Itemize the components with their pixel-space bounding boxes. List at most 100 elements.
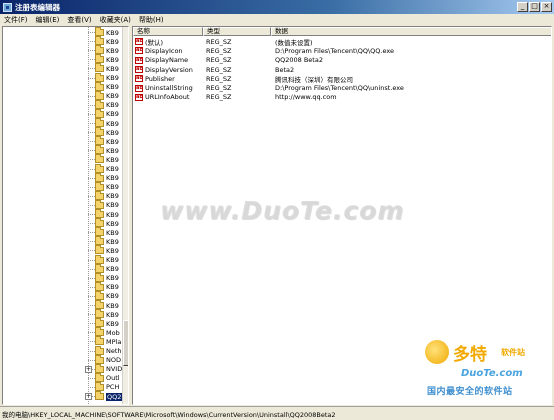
folder-icon — [95, 209, 104, 218]
tree-item[interactable]: KB9 — [88, 118, 119, 128]
list-row[interactable]: ab DisplayName REG_SZ QQ2008 Beta2 — [133, 56, 551, 65]
maximize-button[interactable]: □ — [529, 2, 540, 12]
tree-item[interactable]: KB9 — [88, 245, 119, 255]
tree-connector — [88, 41, 95, 43]
tree-item[interactable]: KB9 — [88, 218, 119, 228]
tree-item[interactable]: KB9 — [88, 318, 119, 328]
tree-item[interactable]: MPla — [88, 336, 122, 346]
tree-item[interactable]: KB9 — [88, 45, 119, 55]
tree-item[interactable]: KB9 — [88, 99, 119, 110]
tree-item[interactable]: KB9 — [88, 236, 119, 246]
value-type: REG_SZ — [206, 65, 232, 74]
tree-item-label: KB9 — [106, 319, 119, 328]
folder-icon — [95, 236, 104, 246]
tree-item-label: MPla — [106, 337, 122, 346]
tree-item[interactable]: KB9 — [88, 27, 119, 37]
tree-item[interactable]: KB9 — [88, 54, 119, 64]
tree-item[interactable]: KB9 — [88, 63, 119, 73]
tree-connector — [88, 314, 95, 316]
menu-file[interactable]: 文件(F) — [0, 15, 32, 25]
title-bar: 注册表编辑器 _ □ × — [0, 0, 554, 14]
tree-item[interactable]: KB9 — [88, 300, 119, 310]
folder-icon — [95, 245, 104, 255]
folder-icon — [95, 336, 104, 346]
status-bar: 我的电脑\HKEY_LOCAL_MACHINE\SOFTWARE\Microso… — [0, 406, 554, 420]
column-header-data[interactable]: 数据 — [271, 27, 551, 36]
list-row[interactable]: ab DisplayIcon REG_SZ D:\Program Files\Te… — [133, 46, 551, 55]
list-row[interactable]: ab (默认) REG_SZ (数值未设置) — [133, 37, 551, 47]
tree-item[interactable]: KB9 — [88, 172, 119, 183]
folder-icon — [95, 172, 104, 182]
tree-item[interactable]: KB9 — [88, 163, 119, 174]
tree-item[interactable]: NVID — [88, 363, 122, 374]
tree-item[interactable]: KB9 — [88, 309, 119, 319]
tree-item[interactable]: KB9 — [88, 127, 119, 137]
list-row[interactable]: ab Publisher REG_SZ 腾讯科技（深圳）有限公司 — [133, 74, 551, 84]
folder-icon — [95, 90, 104, 100]
value-type: REG_SZ — [206, 74, 232, 83]
expand-icon[interactable]: + — [85, 365, 92, 373]
tree-item[interactable]: KB9 — [88, 190, 119, 201]
tree-vertical-scrollbar[interactable] — [122, 27, 128, 404]
menu-edit[interactable]: 编辑(E) — [32, 15, 64, 25]
tree-item[interactable]: KB9 — [88, 72, 119, 83]
menu-view[interactable]: 查看(V) — [63, 15, 95, 25]
folder-icon — [95, 354, 104, 364]
tree-item[interactable]: QQ2 — [88, 391, 123, 401]
tree-item[interactable]: KB9 — [88, 209, 119, 219]
tree-item[interactable]: Neth — [88, 345, 122, 356]
folder-icon — [95, 72, 104, 82]
menu-favorites[interactable]: 收藏夹(A) — [96, 15, 135, 25]
tree-item[interactable]: PCH — [88, 381, 119, 392]
expand-icon[interactable]: + — [85, 393, 92, 400]
tree-item[interactable]: KB9 — [88, 154, 119, 164]
tree-item[interactable]: KB9 — [88, 290, 119, 301]
logo-sub-text: 软件站 — [501, 348, 525, 357]
tree-connector — [88, 150, 95, 152]
registry-tree[interactable]: KB9 KB9 KB9 KB9 KB9 KB9 KB9 KB9 KB9 KB9 KB9 KB9 KB9 K… — [2, 26, 129, 405]
tree-item[interactable]: NOD — [88, 354, 121, 365]
folder-icon — [95, 345, 104, 355]
value-data: D:\Program Files\Tencent\QQ\QQ.exe — [275, 46, 394, 55]
list-row[interactable]: ab DisplayVersion REG_SZ Beta2 — [133, 65, 551, 74]
tree-item[interactable]: Mob — [88, 327, 120, 337]
tree-item[interactable]: KB9 — [88, 36, 119, 46]
list-row[interactable]: ab URLInfoAbout REG_SZ http://www.qq.com — [133, 93, 551, 102]
folder-icon — [95, 327, 104, 337]
tree-item[interactable]: KB9 — [88, 145, 119, 155]
tree-item-label: KB9 — [106, 283, 119, 292]
tree-item[interactable]: KB9 — [88, 254, 119, 265]
registry-icon — [3, 2, 12, 12]
tree-item-label: KB9 — [106, 83, 119, 92]
tree-item-label: KB9 — [106, 301, 119, 310]
tree-item[interactable]: KB9 — [88, 81, 119, 92]
tree-item[interactable]: KB9 — [88, 90, 119, 101]
tree-item-label: KB9 — [106, 265, 119, 274]
tree-item[interactable]: KB9 — [88, 136, 119, 146]
tree-item[interactable]: KB9 — [88, 263, 119, 274]
tree-item[interactable]: KB9 — [88, 108, 119, 119]
tree-connector — [88, 268, 95, 270]
tree-item[interactable]: KB9 — [88, 227, 119, 237]
tree-item[interactable]: KB9 — [88, 181, 119, 192]
tree-item[interactable]: KB9 — [88, 199, 119, 210]
tree-item[interactable]: KB9 — [88, 281, 119, 292]
tree-item-label: KB9 — [106, 174, 119, 183]
column-header-name[interactable]: 名称 — [133, 27, 203, 36]
menu-help[interactable]: 帮助(H) — [135, 15, 168, 25]
ab-icon: ab — [135, 38, 143, 46]
tree-item[interactable]: Outl — [88, 372, 120, 383]
tree-item-label: KB9 — [106, 192, 119, 201]
close-button[interactable]: × — [541, 2, 552, 12]
folder-icon — [95, 181, 104, 191]
tree-connector — [88, 241, 95, 243]
tree-connector — [88, 305, 95, 306]
column-header-type[interactable]: 类型 — [203, 27, 271, 36]
list-row[interactable]: ab UninstallString REG_SZ D:\Program File… — [133, 84, 551, 93]
tree-connector — [88, 132, 95, 134]
tree-item[interactable]: KB9 — [88, 272, 119, 283]
folder-icon — [95, 127, 104, 137]
folder-icon — [95, 136, 104, 146]
folder-icon — [95, 363, 104, 373]
minimize-button[interactable]: _ — [517, 2, 528, 12]
